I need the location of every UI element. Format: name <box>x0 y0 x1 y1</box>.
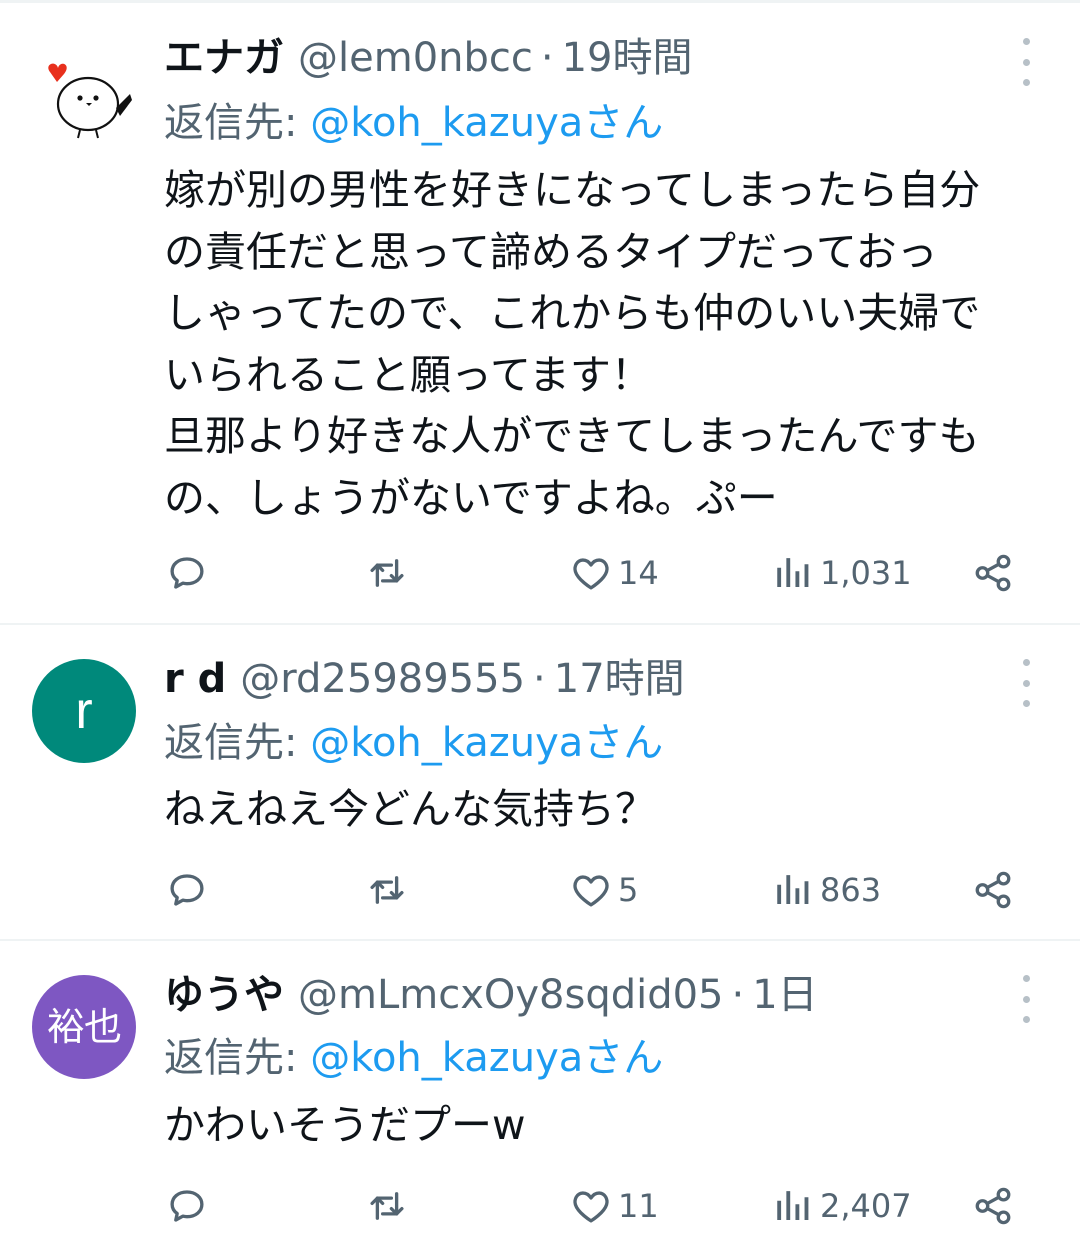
share-button[interactable] <box>972 548 1014 598</box>
tweet-text-line: の責任だと思って諦めるタイプだっておっ <box>164 227 938 276</box>
views-icon <box>777 558 809 587</box>
tweet-text-line: かわいそうだプーw <box>164 1101 526 1149</box>
retweet-button[interactable] <box>366 865 408 915</box>
reply-handle-link[interactable]: @koh_kazuyaさん <box>310 1035 663 1081</box>
timestamp[interactable]: 19時間 <box>562 30 693 86</box>
views-button[interactable]: 863 <box>772 865 881 915</box>
retweet-icon <box>370 559 404 587</box>
views-count: 2,407 <box>820 1187 912 1225</box>
long-tailed-tit-bird-icon <box>48 63 132 139</box>
share-icon <box>975 1187 1011 1225</box>
like-button[interactable]: 14 <box>570 548 659 598</box>
reply-context: 返信先: @koh_kazuyaさん <box>164 1030 1050 1086</box>
share-button[interactable] <box>972 865 1014 915</box>
tweet-text: かわいそうだプーw <box>164 1095 1054 1157</box>
reply-button[interactable] <box>166 865 208 915</box>
reply-icon <box>170 557 204 589</box>
like-count: 14 <box>618 554 659 592</box>
retweet-icon <box>370 876 404 904</box>
tweet-text-line: しゃってたので、これからも仲のいい夫婦で <box>164 289 981 337</box>
tweet-text-line: いられること願ってます！ <box>164 350 652 399</box>
reply-icon <box>170 1190 204 1222</box>
reply-context: 返信先: @koh_kazuyaさん <box>164 715 1050 771</box>
timestamp[interactable]: 1日 <box>752 967 817 1023</box>
tweet[interactable]: エナガ @lem0nbcc · 19時間 返信先: @koh_kazuyaさん … <box>0 0 1080 625</box>
avatar-initial: r <box>75 682 93 740</box>
display-name[interactable]: r d <box>164 651 226 707</box>
user-handle[interactable]: @mLmcxOy8sqdid05 <box>298 967 724 1023</box>
reply-label: 返信先: <box>164 100 298 146</box>
tweet-header: r d @rd25989555 · 17時間 <box>164 651 1000 707</box>
tweet-text-line: 旦那より好きな人ができてしまったんですも <box>164 412 980 460</box>
tweet-text-line: ねえねえ今どんな気持ち？ <box>164 785 656 833</box>
like-button[interactable]: 5 <box>570 865 638 915</box>
timestamp[interactable]: 17時間 <box>554 651 685 707</box>
tweet-text-line: の、しょうがないですよね。ぷー <box>164 473 778 522</box>
retweet-icon <box>370 1192 404 1220</box>
share-icon <box>975 871 1011 909</box>
retweet-button[interactable] <box>366 1181 408 1231</box>
reply-handle-link[interactable]: @koh_kazuyaさん <box>310 720 663 766</box>
reply-icon <box>170 874 204 906</box>
action-bar: 5 863 <box>0 865 1080 915</box>
reply-context: 返信先: @koh_kazuyaさん <box>164 95 1050 151</box>
separator-dot: · <box>533 656 546 702</box>
retweet-button[interactable] <box>366 548 408 598</box>
display-name[interactable]: ゆうや <box>164 967 284 1023</box>
tweet-header: ゆうや @mLmcxOy8sqdid05 · 1日 <box>164 967 1000 1023</box>
views-button[interactable]: 1,031 <box>772 548 912 598</box>
views-count: 1,031 <box>820 554 912 592</box>
avatar[interactable]: r <box>32 659 136 763</box>
views-count: 863 <box>820 871 882 909</box>
tweet-text: 嫁が別の男性を好きになってしまったら自分 の責任だと思って諦めるタイプだっておっ… <box>164 160 1054 529</box>
more-options-icon[interactable] <box>1014 38 1038 86</box>
user-handle[interactable]: @rd25989555 <box>240 651 525 707</box>
action-bar: 11 2,407 <box>0 1181 1080 1231</box>
tweet-text: ねえねえ今どんな気持ち？ <box>164 779 1054 841</box>
like-count: 11 <box>618 1187 659 1225</box>
like-button[interactable]: 11 <box>570 1181 659 1231</box>
reply-button[interactable] <box>166 548 208 598</box>
views-icon <box>777 1191 809 1220</box>
avatar-initial: 裕也 <box>46 1005 122 1049</box>
avatar[interactable] <box>32 42 136 146</box>
like-icon <box>573 1191 609 1223</box>
more-options-icon[interactable] <box>1014 975 1038 1023</box>
separator-dot: · <box>731 972 745 1018</box>
display-name[interactable]: エナガ <box>164 30 284 86</box>
user-handle[interactable]: @lem0nbcc <box>298 30 533 86</box>
like-count: 5 <box>618 871 639 909</box>
share-icon <box>975 554 1011 592</box>
avatar[interactable]: 裕也 <box>32 975 136 1079</box>
reply-label: 返信先: <box>164 720 298 766</box>
tweet-header: エナガ @lem0nbcc · 19時間 <box>164 30 1000 86</box>
more-options-icon[interactable] <box>1014 659 1038 707</box>
like-icon <box>573 875 609 907</box>
like-icon <box>573 558 609 590</box>
views-icon <box>777 875 809 904</box>
reply-handle-link[interactable]: @koh_kazuyaさん <box>310 100 663 146</box>
reply-label: 返信先: <box>164 1035 298 1081</box>
share-button[interactable] <box>972 1181 1014 1231</box>
views-button[interactable]: 2,407 <box>772 1181 912 1231</box>
tweet[interactable]: 裕也 ゆうや @mLmcxOy8sqdid05 · 1日 返信先: @koh_k… <box>0 941 1080 1239</box>
reply-button[interactable] <box>166 1181 208 1231</box>
tweet[interactable]: r r d @rd25989555 · 17時間 返信先: @koh_kazuy… <box>0 625 1080 941</box>
tweet-text-line: 嫁が別の男性を好きになってしまったら自分 <box>164 166 981 214</box>
separator-dot: · <box>540 35 554 81</box>
action-bar: 14 1,031 <box>0 548 1080 598</box>
